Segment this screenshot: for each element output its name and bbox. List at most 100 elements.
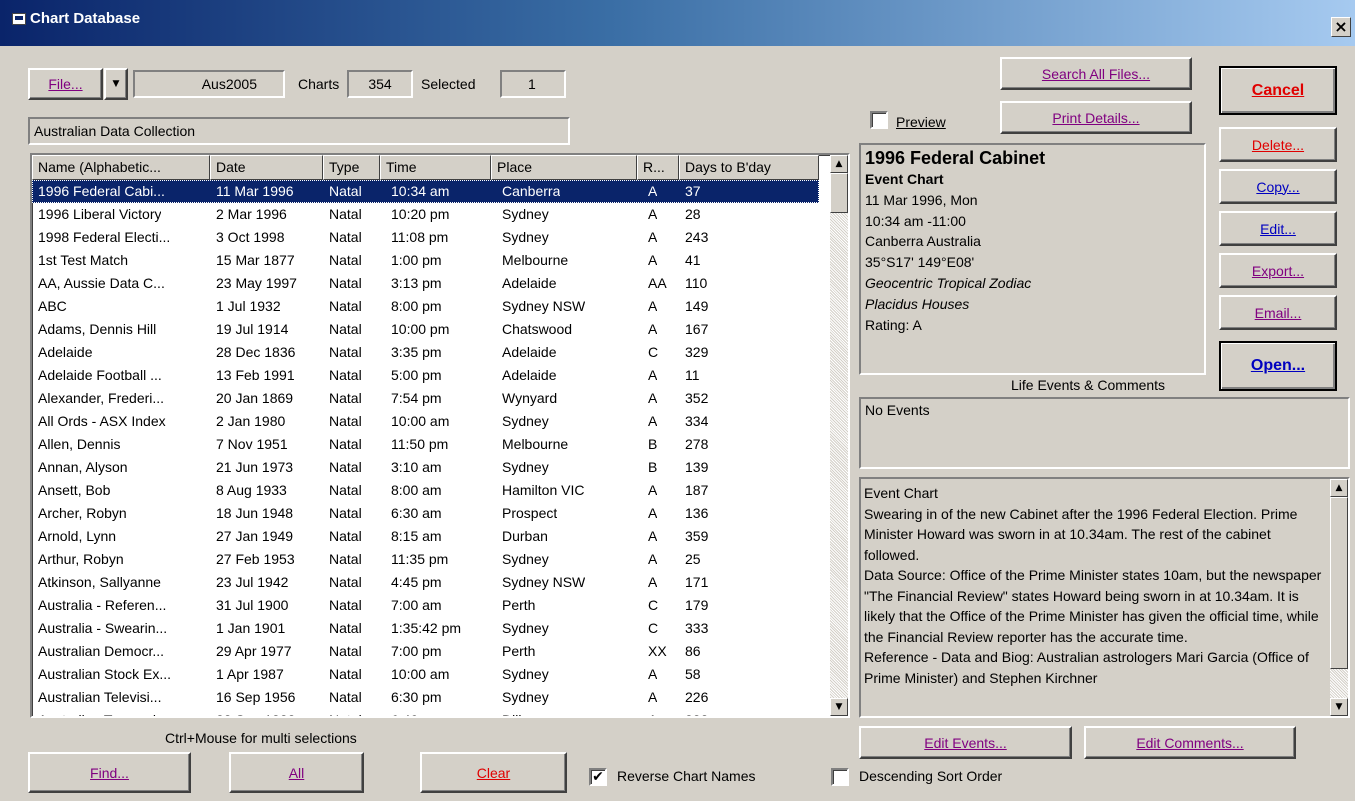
descending-sort-checkbox[interactable]	[831, 768, 849, 786]
table-cell: 278	[685, 436, 709, 452]
find-button[interactable]: Find...	[28, 752, 191, 793]
details-time: 10:34 am -11:00	[865, 212, 966, 229]
table-cell: 329	[685, 344, 709, 360]
edit-comments-button[interactable]: Edit Comments...	[1084, 726, 1296, 759]
table-cell: A	[648, 709, 657, 716]
comment-paragraph: Event Chart	[864, 485, 938, 501]
preview-checkbox[interactable]	[870, 111, 888, 129]
edit-button[interactable]: Edit...	[1219, 211, 1337, 246]
search-all-files-button[interactable]: Search All Files...	[1000, 57, 1192, 90]
table-cell: Natal	[329, 482, 362, 498]
table-row[interactable]: 1st Test Match 15 Mar 1877 Natal 1:00 pm Mel…	[32, 249, 819, 272]
table-cell: 19 Jul 1914	[216, 321, 289, 337]
table-cell: 3 Oct 1998	[216, 229, 285, 245]
details-date: 11 Mar 1996, Mon	[865, 191, 978, 208]
table-row[interactable]: 1996 Liberal Victory 2 Mar 1996 Natal 10:20…	[32, 203, 819, 226]
scroll-down-icon[interactable]: ▼	[830, 698, 848, 716]
table-cell: 16 Sep 1956	[216, 689, 296, 705]
table-row[interactable]: Australian Tasmani... 28 Sep 1888 Natal 6:4…	[32, 709, 819, 716]
column-header-date[interactable]: Date	[210, 155, 323, 180]
file-dropdown-icon[interactable]: ▼	[104, 68, 128, 100]
table-row[interactable]: Adelaide Football ... 13 Feb 1991 Natal 5:0…	[32, 364, 819, 387]
list-scrollbar[interactable]: ▲ ▼	[830, 155, 848, 716]
comments-scroll-up-icon[interactable]: ▲	[1330, 479, 1348, 497]
table-cell: Archer, Robyn	[38, 505, 127, 521]
chart-rows: 1996 Federal Cabi... 11 Mar 1996 Natal 10:3…	[32, 180, 819, 716]
chart-list[interactable]: Name (Alphabetic... Date Type Time Place…	[30, 153, 850, 718]
print-details-button[interactable]: Print Details...	[1000, 101, 1192, 134]
table-cell: AA	[648, 275, 667, 291]
table-cell: 1996 Federal Cabi...	[38, 183, 165, 199]
delete-button[interactable]: Delete...	[1219, 127, 1337, 162]
table-row[interactable]: Arthur, Robyn 27 Feb 1953 Natal 11:35 pm Syd…	[32, 548, 819, 571]
column-header-rating[interactable]: R...	[637, 155, 679, 180]
table-cell: A	[648, 206, 658, 222]
details-zodiac: Geocentric Tropical Zodiac	[865, 274, 1032, 291]
copy-button[interactable]: Copy...	[1219, 169, 1337, 204]
table-row[interactable]: Australia - Referen... 31 Jul 1900 Natal 7:…	[32, 594, 819, 617]
table-row[interactable]: Australian Stock Ex... 1 Apr 1987 Natal 10:…	[32, 663, 819, 686]
table-cell: 11:35 pm	[391, 551, 449, 567]
scroll-thumb[interactable]	[830, 173, 848, 213]
column-header-name[interactable]: Name (Alphabetic...	[32, 155, 210, 180]
table-cell: 3:35 pm	[391, 344, 442, 360]
reverse-names-checkbox[interactable]: ✔	[589, 768, 607, 786]
table-cell: A	[648, 229, 658, 245]
edit-events-button[interactable]: Edit Events...	[859, 726, 1072, 759]
table-cell: 86	[685, 643, 701, 659]
table-row[interactable]: ABC 1 Jul 1932 Natal 8:00 pm Sydney NSW A 149	[32, 295, 819, 318]
table-cell: 1998 Federal Electi...	[38, 229, 171, 245]
table-cell: Natal	[329, 367, 362, 383]
table-cell: Sydney	[502, 206, 549, 222]
table-row[interactable]: All Ords - ASX Index 2 Jan 1980 Natal 10:00…	[32, 410, 819, 433]
comments-scroll-down-icon[interactable]: ▼	[1330, 698, 1348, 716]
table-row[interactable]: Atkinson, Sallyanne 23 Jul 1942 Natal 4:45 …	[32, 571, 819, 594]
table-cell: ABC	[38, 298, 67, 314]
table-row[interactable]: 1996 Federal Cabi... 11 Mar 1996 Natal 10:3…	[32, 180, 819, 203]
table-cell: 11	[685, 367, 700, 383]
table-cell: 359	[685, 528, 709, 544]
column-header-type[interactable]: Type	[323, 155, 380, 180]
comments-box[interactable]: Event Chart Swearing in of the new Cabine…	[859, 477, 1350, 718]
table-row[interactable]: Australian Democr... 29 Apr 1977 Natal 7:00…	[32, 640, 819, 663]
table-row[interactable]: Arnold, Lynn 27 Jan 1949 Natal 8:15 am Durba…	[32, 525, 819, 548]
close-icon[interactable]: ×	[1331, 17, 1351, 37]
column-header-time[interactable]: Time	[380, 155, 491, 180]
table-cell: Perth	[502, 643, 536, 659]
table-row[interactable]: Alexander, Frederi... 20 Jan 1869 Natal 7:5…	[32, 387, 819, 410]
table-row[interactable]: AA, Aussie Data C... 23 May 1997 Natal 3:13…	[32, 272, 819, 295]
email-button[interactable]: Email...	[1219, 295, 1337, 330]
comments-scrollbar[interactable]: ▲ ▼	[1330, 479, 1348, 716]
table-cell: A	[648, 528, 658, 544]
table-row[interactable]: Australian Televisi... 16 Sep 1956 Natal 6:…	[32, 686, 819, 709]
column-header-days-to-bday[interactable]: Days to B'day	[679, 155, 819, 180]
scroll-up-icon[interactable]: ▲	[830, 155, 848, 173]
export-button[interactable]: Export...	[1219, 253, 1337, 288]
table-cell: 10:00 am	[391, 413, 450, 429]
table-cell: Sydney	[502, 413, 549, 429]
table-row[interactable]: Adams, Dennis Hill 19 Jul 1914 Natal 10:00 …	[32, 318, 819, 341]
events-text: No Events	[865, 402, 930, 418]
table-cell: A	[648, 574, 658, 590]
table-cell: 1 Jan 1901	[216, 620, 286, 636]
comments-scroll-thumb[interactable]	[1330, 497, 1348, 669]
cancel-button[interactable]: Cancel	[1219, 66, 1337, 115]
table-cell: Australian Stock Ex...	[38, 666, 172, 682]
table-row[interactable]: Australia - Swearin... 1 Jan 1901 Natal 1:3…	[32, 617, 819, 640]
table-row[interactable]: Archer, Robyn 18 Jun 1948 Natal 6:30 am Pros…	[32, 502, 819, 525]
table-cell: Hamilton VIC	[502, 482, 585, 498]
column-header-place[interactable]: Place	[491, 155, 637, 180]
open-button[interactable]: Open...	[1219, 341, 1337, 391]
table-row[interactable]: Allen, Dennis 7 Nov 1951 Natal 11:50 pm Melb…	[32, 433, 819, 456]
table-cell: 25	[685, 551, 701, 567]
file-button[interactable]: File...	[28, 68, 103, 100]
table-row[interactable]: Adelaide 28 Dec 1836 Natal 3:35 pm Adelaide C…	[32, 341, 819, 364]
table-row[interactable]: Ansett, Bob 8 Aug 1933 Natal 8:00 am Hamilto…	[32, 479, 819, 502]
table-row[interactable]: Annan, Alyson 21 Jun 1973 Natal 3:10 am Sydn…	[32, 456, 819, 479]
preview-label: Preview	[896, 114, 946, 130]
table-cell: 27 Feb 1953	[216, 551, 295, 567]
table-row[interactable]: 1998 Federal Electi... 3 Oct 1998 Natal 11:…	[32, 226, 819, 249]
all-button[interactable]: All	[229, 752, 364, 793]
clear-button[interactable]: Clear	[420, 752, 567, 793]
table-cell: Melbourne	[502, 436, 569, 452]
